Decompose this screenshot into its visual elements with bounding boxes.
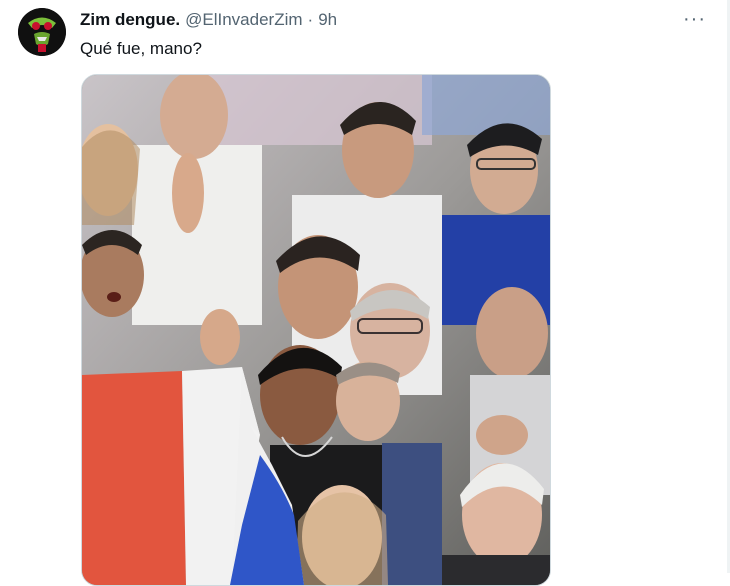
tweet-media-photo[interactable] xyxy=(81,74,551,586)
crowd-photo-image xyxy=(82,75,550,585)
separator-dot: · xyxy=(307,10,314,29)
tweet-card[interactable]: Zim dengue. @ElInvaderZim · 9h ··· Qué f… xyxy=(0,0,730,586)
zim-avatar-icon xyxy=(18,8,66,56)
tweet-text: Qué fue, mano? xyxy=(80,39,202,58)
display-name[interactable]: Zim dengue. xyxy=(80,10,180,30)
tweet-header: Zim dengue. @ElInvaderZim · 9h xyxy=(80,10,337,32)
user-handle[interactable]: @ElInvaderZim xyxy=(185,10,302,30)
tweet-time[interactable]: 9h xyxy=(318,10,337,30)
user-avatar[interactable] xyxy=(18,8,66,56)
more-options-icon[interactable]: ··· xyxy=(683,9,709,32)
